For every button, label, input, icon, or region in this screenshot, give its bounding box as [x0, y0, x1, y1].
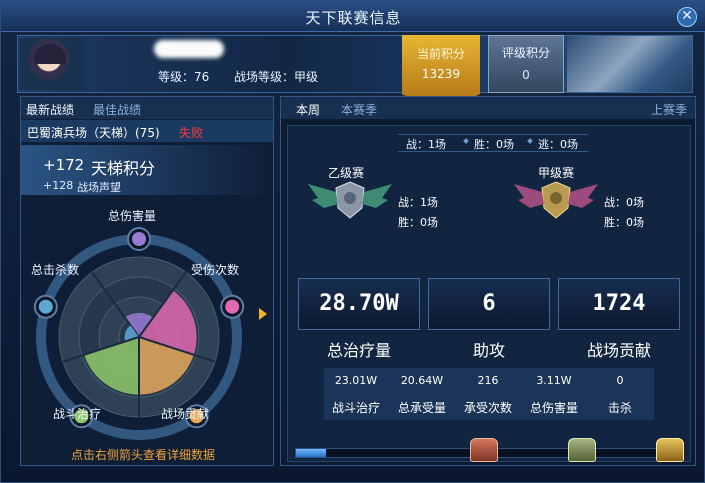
- summary-battles: 战：1场: [406, 138, 446, 151]
- radar-label-healing: 战斗治疗: [53, 407, 102, 421]
- tier-a-wins: 胜：0场: [604, 216, 644, 229]
- tier-a-emblem-icon: [514, 181, 598, 219]
- radar-node-gem: [38, 299, 53, 314]
- detail-value: 0: [616, 374, 624, 387]
- player-name-redacted: [154, 40, 224, 58]
- expand-arrow-icon[interactable]: [259, 308, 267, 320]
- league-info-window: 天下联赛信息 ✕ 等级：76 战场等级：甲级 当前积分 13239 评级积分 0…: [0, 0, 705, 483]
- rank-score-value: 0: [522, 68, 530, 82]
- stat-total-healing-label: 总治疗量: [326, 341, 391, 360]
- player-level: 等级：76: [158, 68, 209, 85]
- tab-this-season[interactable]: 本赛季: [341, 101, 377, 118]
- tier-b-emblem-icon: [308, 181, 392, 219]
- bf-level-label: 战场等级：: [234, 70, 295, 84]
- window-title: 天下联赛信息: [305, 9, 402, 27]
- radar-label-hits-taken: 受伤次数: [191, 263, 240, 277]
- detail-value: 3.11W: [536, 374, 572, 387]
- detail-hint: 点击右侧箭头查看详细数据: [71, 448, 216, 462]
- stat-assists-value: 6: [482, 291, 496, 316]
- summary-separator: [463, 138, 469, 144]
- detail-label: 击杀: [607, 401, 632, 415]
- tab-last-season[interactable]: 上赛季: [651, 101, 687, 118]
- stat-contribution: 1724: [558, 278, 680, 330]
- stat-assists: 6: [428, 278, 550, 330]
- header-background-art: [567, 36, 692, 92]
- tier-a-battles: 战：0场: [604, 196, 644, 209]
- player-avatar: [20, 38, 84, 90]
- period-tabs: 本周 本赛季 上赛季: [281, 97, 695, 119]
- detail-stats-table: 23.01W 20.64W 216 3.11W 0 战斗治疗 总承受量 承受次数…: [324, 368, 654, 420]
- stat-total-healing-value: 28.70W: [319, 291, 399, 316]
- radar-node-gem: [132, 232, 146, 246]
- tier-b-battles: 战：1场: [398, 196, 438, 209]
- bronze-chest-icon[interactable]: [470, 438, 498, 462]
- detail-label: 战斗治疗: [331, 401, 380, 415]
- current-score-value: 13239: [421, 67, 461, 81]
- radar-label-kills: 总击杀数: [31, 263, 80, 277]
- battlefield-level: 战场等级：甲级: [234, 68, 318, 85]
- tab-this-week[interactable]: 本周: [296, 101, 320, 118]
- detail-label: 总伤害量: [529, 401, 578, 415]
- season-stats-panel: 本周 本赛季 上赛季 战：1场 胜：0场 逃：0场 乙级赛 战：1场 胜：0场 …: [280, 96, 696, 466]
- gold-chest-icon[interactable]: [656, 438, 684, 462]
- summary-separator: [527, 138, 533, 144]
- summary-strip: 战：1场 胜：0场 逃：0场: [398, 134, 588, 152]
- rank-score-label: 评级积分: [501, 46, 550, 60]
- level-label: 等级：: [158, 70, 195, 84]
- stats-area: 战：1场 胜：0场 逃：0场 乙级赛 战：1场 胜：0场 甲级赛 战：0场 胜：…: [287, 125, 691, 462]
- detail-value: 20.64W: [400, 374, 444, 387]
- stat-total-healing: 28.70W: [298, 278, 420, 330]
- battle-record-panel: 最新战绩 最佳战绩 巴蜀演兵场（天梯）(75) 失败 +172 天梯积分 +12…: [20, 96, 274, 466]
- radar-label-contribution: 战场贡献: [161, 407, 210, 421]
- stat-contribution-label: 战场贡献: [586, 341, 651, 360]
- rank-score-badge: 评级积分 0: [488, 35, 564, 93]
- detail-label: 承受次数: [463, 401, 512, 415]
- radar-label-damage: 总伤害量: [108, 209, 157, 223]
- detail-value: 23.01W: [334, 374, 378, 387]
- radar-node-gem: [225, 299, 240, 314]
- stat-assists-label: 助攻: [472, 341, 505, 360]
- summary-escapes: 逃：0场: [538, 138, 578, 151]
- close-icon[interactable]: ✕: [677, 7, 697, 27]
- summary-wins: 胜：0场: [474, 138, 514, 151]
- bf-level-value: 甲级: [294, 70, 319, 84]
- detail-value: 216: [477, 374, 499, 387]
- title-bar[interactable]: 天下联赛信息 ✕: [1, 1, 705, 32]
- stat-contribution-value: 1724: [592, 291, 646, 316]
- tier-b-wins: 胜：0场: [398, 216, 438, 229]
- reward-progress-fill: [296, 449, 327, 457]
- silver-chest-icon[interactable]: [568, 438, 596, 462]
- detail-label: 总承受量: [397, 401, 446, 415]
- level-value: 76: [194, 70, 210, 84]
- current-score-label: 当前积分: [416, 47, 465, 61]
